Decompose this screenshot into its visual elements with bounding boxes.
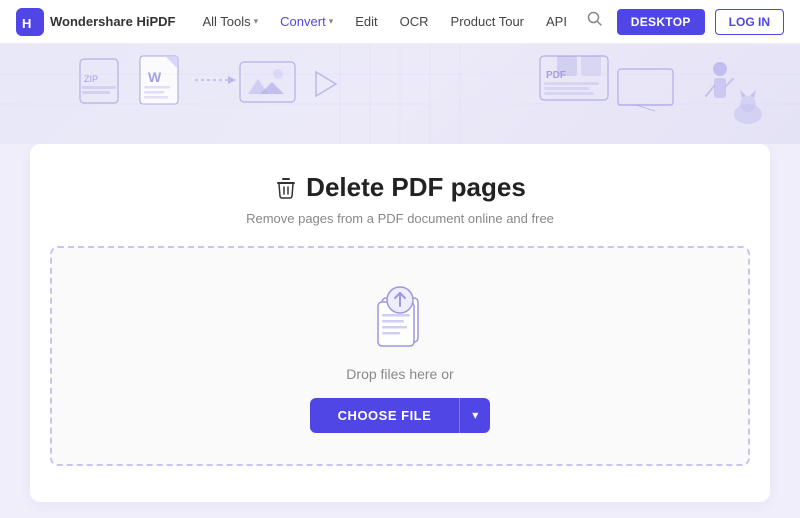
choose-file-area: CHOOSE FILE ▾ [310, 398, 491, 433]
svg-text:H: H [22, 16, 31, 31]
navbar: H Wondershare HiPDF All Tools ▾ Convert … [0, 0, 800, 44]
chevron-down-icon: ▾ [472, 408, 478, 422]
trash-icon [274, 176, 298, 200]
choose-file-dropdown-button[interactable]: ▾ [459, 398, 490, 433]
svg-text:ZIP: ZIP [84, 74, 98, 84]
svg-text:W: W [148, 69, 162, 85]
page-subtitle: Remove pages from a PDF document online … [50, 211, 750, 226]
login-button[interactable]: LOG IN [715, 9, 784, 35]
svg-text:PDF: PDF [546, 70, 566, 81]
logo-icon: H [16, 8, 44, 36]
page-title-area: Delete PDF pages [50, 172, 750, 203]
desktop-button[interactable]: DESKTOP [617, 9, 705, 35]
nav-item-edit[interactable]: Edit [346, 9, 386, 34]
chevron-down-icon: ▾ [254, 16, 259, 27]
banner-decoration: ZIP W PDF [0, 44, 800, 144]
brand-name: Wondershare HiPDF [50, 14, 175, 29]
nav-item-convert[interactable]: Convert ▾ [271, 9, 342, 34]
drop-text: Drop files here or [346, 366, 453, 382]
nav-item-api[interactable]: API [537, 9, 576, 34]
main-content: Delete PDF pages Remove pages from a PDF… [0, 144, 800, 518]
search-icon[interactable] [583, 7, 607, 36]
nav-item-ocr[interactable]: OCR [391, 9, 438, 34]
nav-item-producttour[interactable]: Product Tour [442, 9, 533, 34]
upload-illustration [360, 280, 440, 350]
main-card: Delete PDF pages Remove pages from a PDF… [30, 144, 770, 502]
chevron-down-icon: ▾ [329, 16, 334, 27]
drop-zone[interactable]: Drop files here or CHOOSE FILE ▾ [50, 246, 750, 466]
nav-right: DESKTOP LOG IN [583, 7, 784, 36]
page-title: Delete PDF pages [50, 172, 750, 203]
nav-item-alltools[interactable]: All Tools ▾ [193, 9, 267, 34]
choose-file-button[interactable]: CHOOSE FILE [310, 398, 460, 433]
nav-links: All Tools ▾ Convert ▾ Edit OCR Product T… [193, 9, 582, 34]
logo-area[interactable]: H Wondershare HiPDF [16, 8, 175, 36]
hero-banner: ZIP W PDF [0, 44, 800, 144]
